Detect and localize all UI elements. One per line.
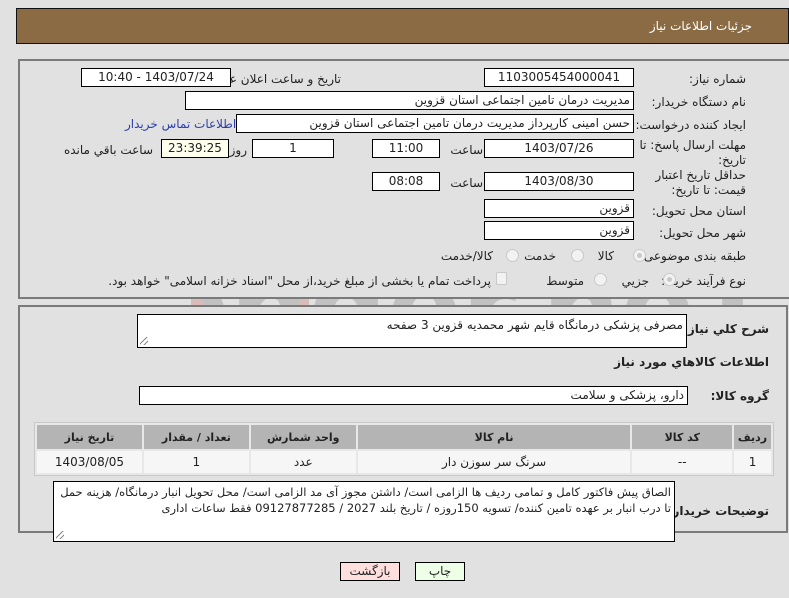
category-option-goods-service: کالا/خدمت [440, 249, 493, 263]
buyer-org-field: مدیریت درمان تامین اجتماعی استان قزوین [185, 91, 634, 110]
validity-time-label: ساعت [450, 176, 483, 190]
cell-quantity: 1 [143, 451, 249, 473]
cell-item-name: سرنگ سر سوزن دار [357, 451, 631, 473]
category-radio-goods[interactable] [633, 249, 646, 262]
category-radio-service[interactable] [571, 249, 584, 262]
buyer-notes-text: الصاق پیش فاکتور کامل و تمامی ردیف ها ال… [60, 485, 671, 515]
process-option-medium: متوسط [546, 274, 584, 288]
cell-need-date: 1403/08/05 [37, 451, 142, 473]
deadline-label: مهلت ارسال پاسخ: تا تاریخ: [639, 138, 746, 167]
treasury-checkbox[interactable] [496, 272, 507, 285]
items-heading: اطلاعات کالاهاي مورد نياز [614, 355, 769, 369]
process-option-minor: جزیي [621, 274, 649, 288]
items-table: ردیف کد کالا نام کالا واحد شمارش تعداد /… [34, 422, 774, 476]
need-number-field: 1103005454000041 [484, 68, 634, 87]
treasury-note: پرداخت تمام یا بخشی از مبلغ خرید،از محل … [108, 274, 491, 288]
creator-field: حسن امینی کارپرداز مدیریت درمان تامین اج… [236, 114, 634, 133]
cell-item-code: -- [632, 451, 733, 473]
table-row: 1 -- سرنگ سر سوزن دار عدد 1 1403/08/05 [37, 451, 771, 473]
province-label: استان محل تحویل: [651, 204, 746, 218]
resize-handle-icon[interactable] [56, 531, 64, 539]
deadline-time-label: ساعت [450, 143, 483, 157]
summary-textarea[interactable]: مصرفی پزشکی درمانگاه قایم شهر محمدیه قزو… [137, 314, 687, 348]
col-header-unit: واحد شمارش [250, 425, 356, 449]
category-option-service: خدمت [524, 249, 556, 263]
goods-group-label: گروه کالا: [710, 389, 769, 403]
back-button[interactable]: بازگشت [340, 562, 400, 581]
cell-unit: عدد [250, 451, 356, 473]
col-header-item-name: نام کالا [357, 425, 631, 449]
need-number-label: شماره نیاز: [689, 72, 746, 86]
page-title: جزئیات اطلاعات نیاز [649, 19, 752, 33]
summary-label: شرح کلي نياز: [683, 322, 769, 336]
category-option-goods: کالا [597, 249, 614, 263]
days-remaining-field: 1 [252, 139, 334, 158]
cell-row-number: 1 [734, 451, 771, 473]
announce-datetime-field: 1403/07/24 - 10:40 [81, 68, 231, 87]
deadline-date-field: 1403/07/26 [484, 139, 634, 158]
col-header-quantity: تعداد / مقدار [143, 425, 249, 449]
validity-time-field: 08:08 [372, 172, 440, 191]
category-label: طبقه بندی موضوعی: [639, 249, 746, 263]
buyer-notes-label: توضیحات خریدار: [667, 504, 769, 518]
col-header-row-number: ردیف [734, 425, 771, 449]
summary-text: مصرفی پزشکی درمانگاه قایم شهر محمدیه قزو… [386, 318, 683, 332]
remaining-label: ساعت باقي مانده [63, 143, 153, 157]
process-radio-minor[interactable] [663, 273, 676, 286]
province-field: قزوین [484, 199, 634, 218]
creator-label: ایجاد کننده درخواست: [635, 118, 746, 132]
city-field: قزوین [484, 221, 634, 240]
process-radio-medium[interactable] [594, 273, 607, 286]
buyer-notes-textarea[interactable]: الصاق پیش فاکتور کامل و تمامی ردیف ها ال… [53, 481, 675, 542]
items-table-header-row: ردیف کد کالا نام کالا واحد شمارش تعداد /… [37, 425, 771, 449]
city-label: شهر محل تحویل: [659, 226, 746, 240]
buyer-org-label: نام دستگاه خریدار: [651, 95, 747, 109]
validity-date-field: 1403/08/30 [484, 172, 634, 191]
page-header: جزئیات اطلاعات نیاز [16, 8, 789, 44]
price-validity-label: حداقل تاریخ اعتبار قیمت: تا تاریخ: [655, 168, 746, 197]
col-header-item-code: کد کالا [632, 425, 733, 449]
remaining-time-field: 23:39:25 [161, 139, 229, 158]
resize-handle-icon[interactable] [140, 337, 148, 345]
category-radio-goods-service[interactable] [506, 249, 519, 262]
buyer-contact-link[interactable]: اطلاعات تماس خریدار [125, 117, 236, 131]
deadline-time-field: 11:00 [372, 139, 440, 158]
print-button[interactable]: چاپ [415, 562, 465, 581]
goods-group-field: دارو، پزشکی و سلامت [139, 386, 688, 405]
col-header-need-date: تاریخ نیاز [37, 425, 142, 449]
